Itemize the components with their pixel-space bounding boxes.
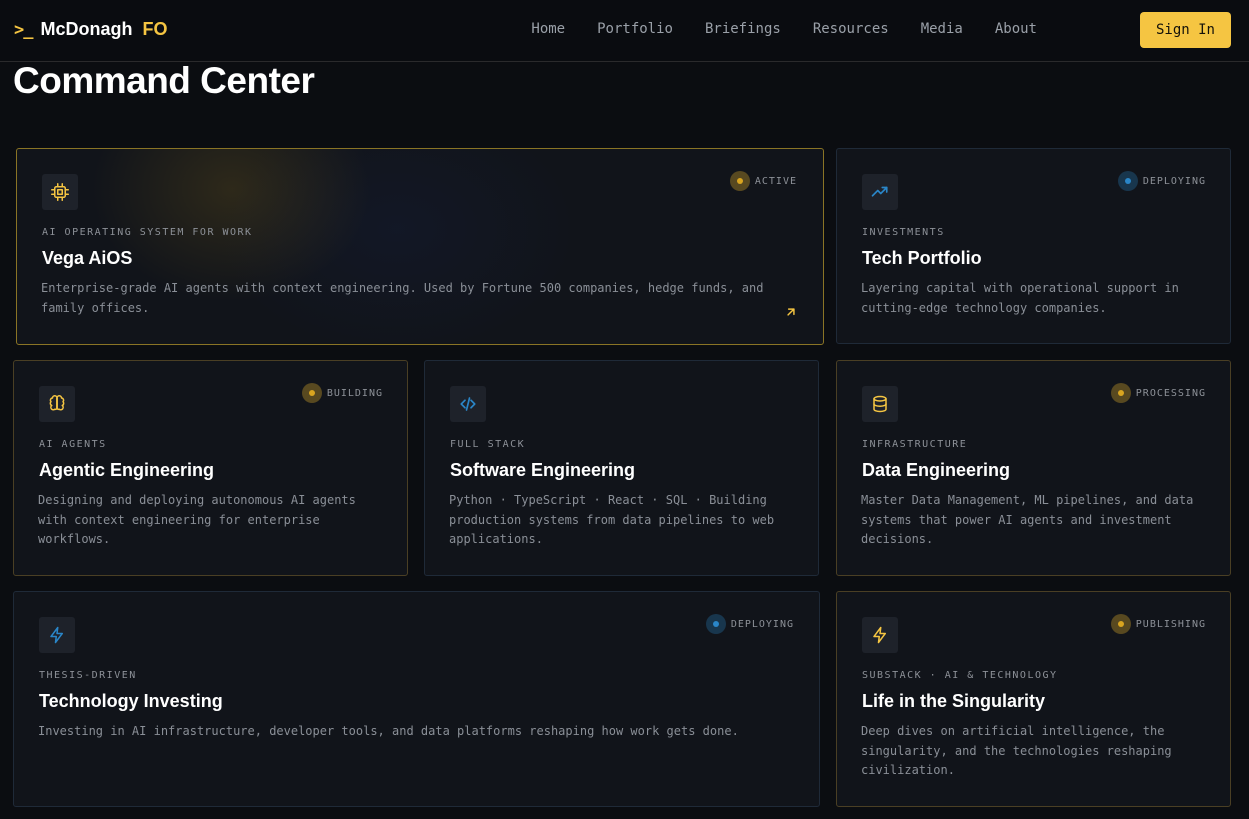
card-title: Technology Investing [39, 691, 223, 711]
card-title: Life in the Singularity [862, 691, 1046, 711]
page-title: Command Center [13, 60, 315, 101]
card-kicker: SUBSTACK · AI & TECHNOLOGY [862, 670, 1058, 681]
card-data-engineering[interactable]: PROCESSING INFRASTRUCTURE Data Engineeri… [836, 360, 1231, 576]
card-software-engineering[interactable]: FULL STACK Software Engineering Python ·… [424, 360, 819, 576]
nav-link-about[interactable]: About [995, 21, 1037, 37]
status-text: PUBLISHING [1135, 618, 1206, 630]
nav-link-resources[interactable]: Resources [813, 21, 889, 37]
lightning-icon [39, 617, 75, 653]
top-navbar: >_ McDonagh FO Home Portfolio Briefings … [0, 0, 1249, 62]
card-title: Tech Portfolio [862, 248, 982, 268]
card-technology-investing[interactable]: DEPLOYING THESIS-DRIVEN Technology Inves… [13, 591, 820, 807]
status-badge: DEPLOYING [1117, 171, 1206, 191]
status-text: BUILDING [326, 387, 383, 399]
card-title: Data Engineering [862, 460, 1011, 480]
status-badge: ACTIVE [729, 171, 797, 191]
card-kicker: AI OPERATING SYSTEM FOR WORK [42, 227, 253, 238]
trending-up-icon [862, 174, 898, 210]
logo-name: McDonagh [40, 19, 133, 39]
card-description: Designing and deploying autonomous AI ag… [38, 493, 356, 546]
status-badge: PROCESSING [1110, 383, 1206, 403]
terminal-prompt-icon: >_ [14, 19, 34, 40]
card-description: Investing in AI infrastructure, develope… [38, 724, 739, 738]
nav-link-portfolio[interactable]: Portfolio [597, 21, 673, 37]
nav-links: Home Portfolio Briefings Resources Media… [531, 21, 1037, 37]
sign-in-button[interactable]: Sign In [1140, 12, 1231, 48]
status-dot [729, 171, 750, 191]
card-description: Enterprise-grade AI agents with context … [41, 281, 764, 315]
card-kicker: FULL STACK [450, 439, 526, 450]
card-title: Vega AiOS [42, 248, 133, 268]
status-text: PROCESSING [1135, 387, 1206, 399]
status-text: ACTIVE [754, 175, 797, 187]
card-vega-aios[interactable]: ACTIVE AI OPERATING SYSTEM FOR WORK Vega… [16, 148, 824, 345]
brain-icon [39, 386, 75, 422]
nav-link-home[interactable]: Home [531, 21, 565, 37]
card-kicker: INFRASTRUCTURE [862, 439, 968, 450]
cpu-icon [42, 174, 78, 210]
card-description: Deep dives on artificial intelligence, t… [861, 724, 1172, 777]
lightning-icon [862, 617, 898, 653]
status-dot [301, 383, 322, 403]
card-life-in-the-singularity[interactable]: PUBLISHING SUBSTACK · AI & TECHNOLOGY Li… [836, 591, 1231, 807]
nav-link-media[interactable]: Media [921, 21, 963, 37]
card-description: Python · TypeScript · React · SQL · Buil… [449, 493, 775, 546]
card-title: Agentic Engineering [39, 460, 215, 480]
card-agentic-engineering[interactable]: BUILDING AI AGENTS Agentic Engineering D… [13, 360, 408, 576]
database-icon [862, 386, 898, 422]
card-description: Master Data Management, ML pipelines, an… [861, 493, 1194, 546]
card-tech-portfolio[interactable]: DEPLOYING INVESTMENTS Tech Portfolio Lay… [836, 148, 1231, 344]
status-badge: BUILDING [301, 383, 383, 403]
nav-link-briefings[interactable]: Briefings [705, 21, 781, 37]
status-dot [1110, 614, 1131, 634]
code-icon [450, 386, 486, 422]
card-kicker: INVESTMENTS [862, 227, 945, 238]
card-kicker: THESIS-DRIVEN [39, 670, 137, 681]
status-dot [1110, 383, 1131, 403]
logo-suffix: FO [142, 19, 168, 39]
card-description: Layering capital with operational suppor… [861, 281, 1179, 315]
status-text: DEPLOYING [730, 618, 794, 630]
arrow-up-right-icon[interactable] [784, 305, 798, 324]
status-text: DEPLOYING [1142, 175, 1206, 187]
status-dot [1117, 171, 1138, 191]
site-logo[interactable]: >_ McDonagh FO [14, 19, 167, 40]
card-kicker: AI AGENTS [39, 439, 107, 450]
status-badge: PUBLISHING [1110, 614, 1206, 634]
status-dot [705, 614, 726, 634]
card-title: Software Engineering [450, 460, 636, 480]
status-badge: DEPLOYING [705, 614, 794, 634]
